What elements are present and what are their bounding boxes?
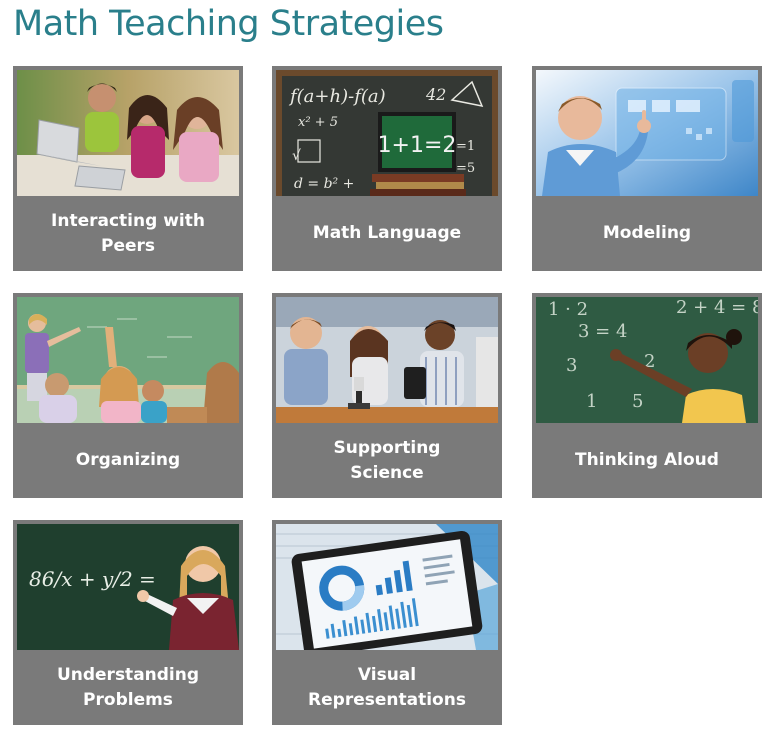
strategy-card-modeling[interactable]: Modeling [532,66,762,271]
svg-text:5: 5 [632,391,643,412]
svg-text:=5: =5 [456,161,475,176]
girl-chalkboard-fraction-photo: 86/x + y/2 = [17,524,239,650]
chalkboard-formulas-photo: f(a+h)-f(a) 42 x² + 5 √ d = b² + =1 =5 1… [276,70,498,196]
small-board-text: 1+1=2 [378,133,457,158]
tablet-charts-photo [276,524,498,650]
strategy-card-supporting-science[interactable]: Supporting Science [272,293,502,498]
svg-text:d = b² +: d = b² + [294,176,354,192]
strategy-card-interacting-with-peers[interactable]: Interacting with Peers [13,66,243,271]
svg-text:=1: =1 [456,139,475,154]
strategy-card-label: Understanding Problems [56,664,200,710]
svg-text:2 + 4 = 8: 2 + 4 = 8 [676,297,758,318]
svg-text:3: 3 [566,355,577,376]
strategy-card-label: Supporting Science [333,437,441,483]
boy-touching-screen-photo [536,70,758,196]
strategy-card-math-language[interactable]: f(a+h)-f(a) 42 x² + 5 √ d = b² + =1 =5 1… [272,66,502,271]
strategy-card-organizing[interactable]: Organizing [13,293,243,498]
strategy-grid: Interacting with Peers f(a+h)-f(a) 42 x²… [13,66,762,726]
svg-text:1: 1 [586,391,597,412]
classroom-teacher-photo [17,297,239,423]
svg-text:1 · 2: 1 · 2 [548,299,588,320]
girl-at-chalkboard-photo: 1 · 2 3 = 4 2 + 4 = 8 2 3 1 5 [536,297,758,423]
svg-text:x² + 5: x² + 5 [298,115,338,130]
page-title: Math Teaching Strategies [13,4,444,44]
strategy-card-label: Organizing [75,450,181,470]
strategy-card-label: Modeling [602,223,692,243]
svg-text:3 = 4: 3 = 4 [578,321,627,342]
board-formula-text: 86/x + y/2 = [29,567,156,591]
strategy-card-label: Math Language [312,223,462,243]
board-formula-text: f(a+h)-f(a) [288,86,386,107]
strategy-card-label: Thinking Aloud [575,450,719,470]
svg-text:42: 42 [425,85,446,104]
students-with-laptops-photo [17,70,239,196]
students-microscope-photo [276,297,498,423]
strategy-card-label: Interacting with Peers [51,210,205,256]
strategy-card-thinking-aloud[interactable]: 1 · 2 3 = 4 2 + 4 = 8 2 3 1 5 Thinking A… [532,293,762,498]
strategy-card-understanding-problems[interactable]: 86/x + y/2 = Understanding Problems [13,520,243,725]
strategy-card-label: Visual Representations [308,664,466,710]
strategy-card-visual-representations[interactable]: Visual Representations [272,520,502,725]
